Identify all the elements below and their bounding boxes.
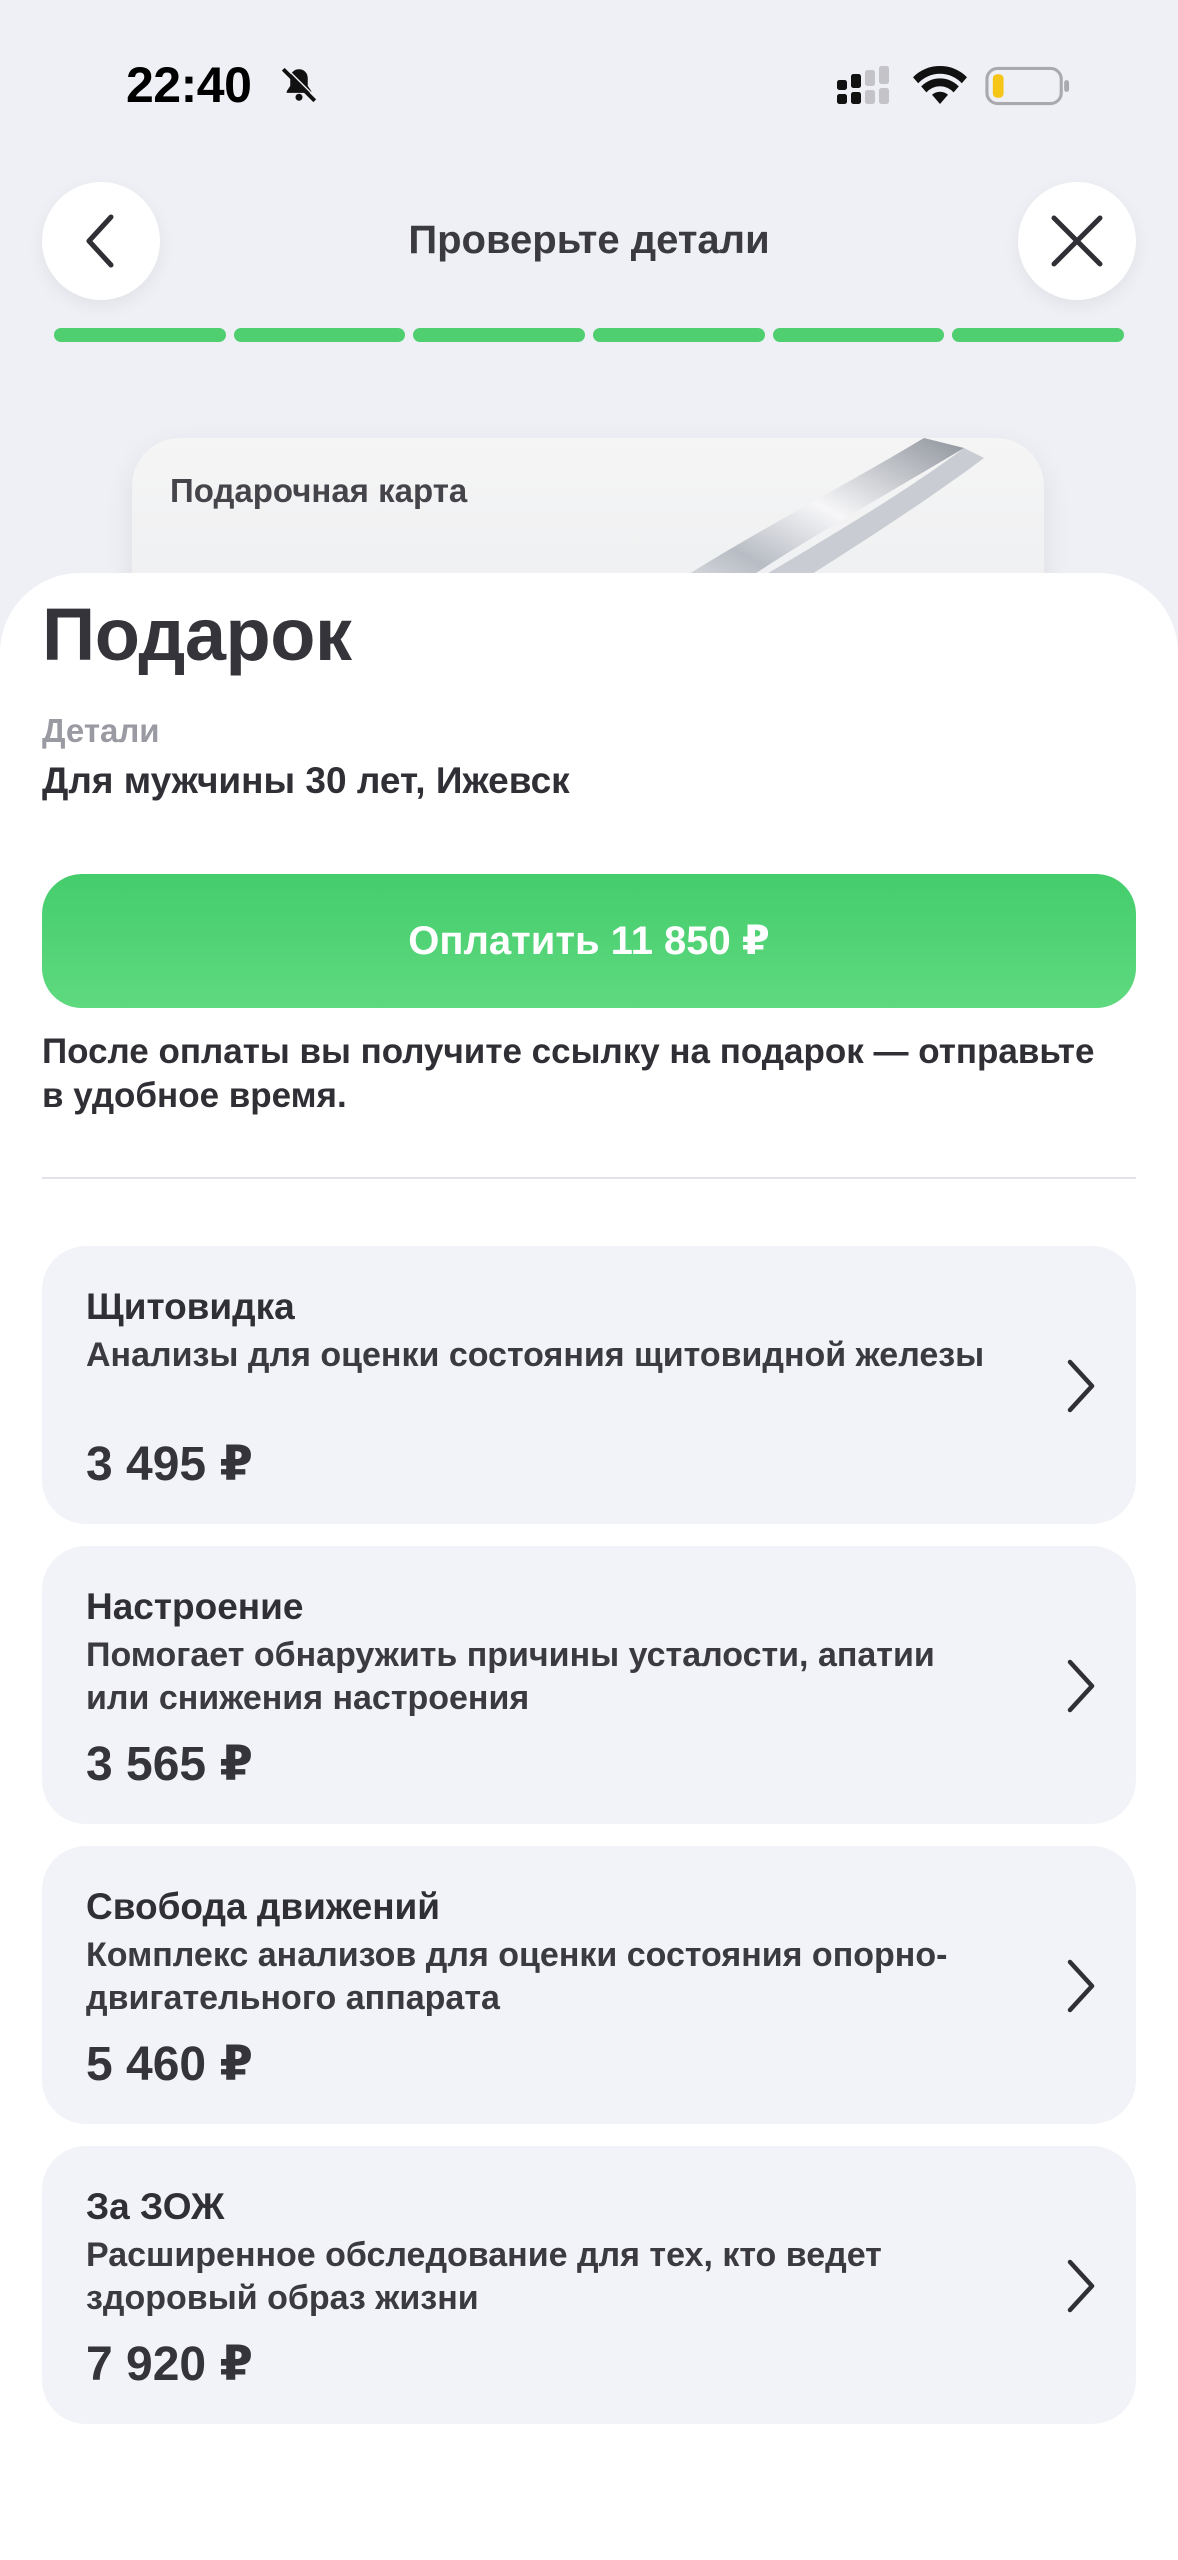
progress-segment	[772, 328, 945, 342]
offer-description: Расширенное обследование для тех, кто ве…	[86, 2236, 882, 2317]
offer-price: 3 495 ₽	[86, 1438, 253, 1491]
offer-description: Помогает обнаружить причины усталости, а…	[86, 1636, 935, 1717]
wifi-icon	[913, 65, 967, 104]
offer-description: Комплекс анализов для оценки состояния о…	[86, 1936, 948, 2017]
offer-card[interactable]: За ЗОЖ Расширенное обследование для тех,…	[42, 2146, 1136, 2424]
progress-segment	[413, 328, 586, 342]
progress-segment	[952, 328, 1125, 342]
cellular-signal-icon	[837, 66, 889, 104]
gift-title: Подарок	[42, 593, 352, 676]
battery-low-icon	[985, 66, 1070, 106]
chevron-right-icon	[1067, 2259, 1095, 2313]
offer-title: Настроение	[86, 1586, 304, 1627]
offer-title: Свобода движений	[86, 1886, 441, 1927]
close-icon	[1051, 215, 1103, 267]
progress-segment	[233, 328, 406, 342]
pay-button[interactable]: Оплатить 11 850 ₽	[42, 874, 1136, 1008]
offer-title: За ЗОЖ	[86, 2186, 225, 2227]
offer-title: Щитовидка	[86, 1286, 295, 1327]
chevron-right-icon	[1067, 1659, 1095, 1713]
status-time: 22:40	[126, 57, 252, 113]
divider	[42, 1177, 1136, 1179]
details-value: Для мужчины 30 лет, Ижевск	[42, 760, 570, 801]
offer-card[interactable]: Щитовидка Анализы для оценки состояния щ…	[42, 1246, 1136, 1524]
offer-card[interactable]: Настроение Помогает обнаружить причины у…	[42, 1546, 1136, 1824]
bell-muted-icon	[281, 66, 318, 103]
offer-price: 5 460 ₽	[86, 2038, 253, 2091]
chevron-right-icon	[1067, 1359, 1095, 1413]
offer-price: 7 920 ₽	[86, 2338, 253, 2391]
chevron-right-icon	[1067, 1959, 1095, 2013]
progress-segment	[54, 328, 226, 342]
offer-description: Анализы для оценки состояния щитовидной …	[86, 1336, 985, 1374]
offer-price: 3 565 ₽	[86, 1738, 253, 1791]
step-progress	[54, 328, 1125, 342]
progress-segment	[593, 328, 765, 342]
offer-card[interactable]: Свобода движений Комплекс анализов для о…	[42, 1846, 1136, 2124]
close-button[interactable]	[1018, 182, 1136, 300]
screen: 22:40 Проверьте детали Подарочная карта …	[0, 0, 1178, 2560]
pay-note: После оплаты вы получите ссылку на подар…	[42, 1032, 1095, 1115]
details-label: Детали	[42, 712, 160, 749]
gift-card-label: Подарочная карта	[170, 472, 468, 509]
page-title: Проверьте детали	[408, 218, 770, 262]
